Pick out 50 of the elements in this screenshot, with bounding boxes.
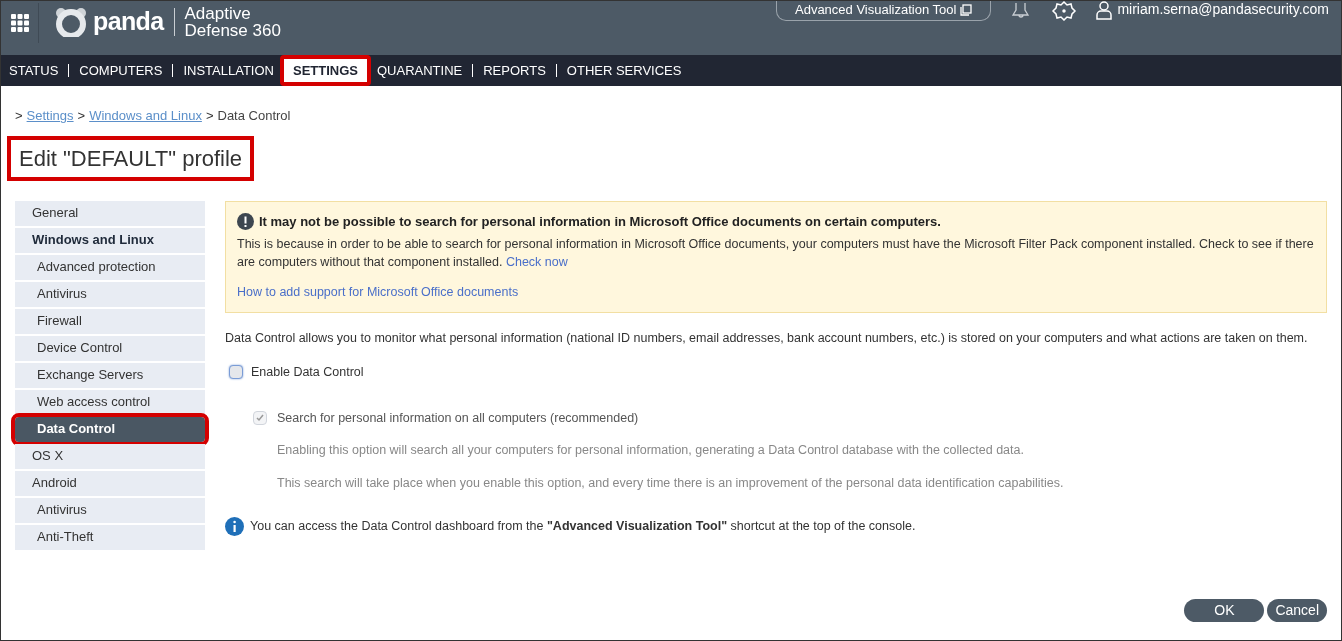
nav-tab[interactable]: SETTINGS	[279, 55, 371, 86]
panda-logo-icon	[55, 6, 87, 37]
exclamation-icon	[237, 212, 254, 230]
visualization-tool-button[interactable]: Advanced Visualization Tool	[776, 1, 992, 21]
checkbox[interactable]	[229, 365, 243, 380]
check-now-link[interactable]: Check now	[505, 255, 568, 269]
logo-text: panda	[93, 6, 164, 37]
sidebar-item[interactable]: Web access control	[15, 389, 205, 415]
nav-tab[interactable]: STATUS	[5, 55, 61, 86]
sidebar-item[interactable]: Anti-Theft	[15, 524, 205, 550]
external-window-icon	[960, 4, 973, 16]
sidebar-item[interactable]: Firewall	[15, 308, 205, 334]
info-icon	[225, 516, 244, 536]
option-note: This search will take place when you enable this option, and every time there is an improvement of the personal data identification capabilities.	[277, 475, 1065, 492]
nav-tab[interactable]: QUARANTINE	[375, 55, 465, 86]
support-link[interactable]: How to add support for Microsoft Office documents	[237, 283, 519, 302]
user-email[interactable]: miriam.serna@pandasecurity.com	[1117, 1, 1329, 18]
warning-text: This is because in order to be able to search for personal information in Microsoft Office documents, your computers must have the Microsoft Filter Pack component installed. Check to see if there are computers without that component installed. Check now	[237, 236, 1315, 271]
sidebar-item[interactable]: Device Control	[15, 335, 205, 361]
ok-button[interactable]: OK	[1184, 599, 1265, 622]
nav-tab[interactable]: REPORTS	[481, 55, 548, 86]
product-name: Adaptive	[184, 4, 252, 22]
nav-tab[interactable]: INSTALLATION	[181, 55, 276, 86]
sidebar-item[interactable]: Windows and Linux	[15, 227, 205, 253]
breadcrumb-separator: >	[15, 107, 23, 125]
breadcrumb-link[interactable]: Settings	[26, 106, 74, 126]
sidebar-item[interactable]: Advanced protection	[15, 254, 205, 280]
sidebar-item[interactable]: Antivirus	[15, 281, 205, 307]
sidebar-item[interactable]: Antivirus	[15, 497, 205, 523]
checkmark-icon	[255, 412, 265, 423]
sidebar-item[interactable]: Android	[15, 470, 205, 496]
nav-tab[interactable]: COMPUTERS	[77, 55, 165, 86]
cancel-button[interactable]: Cancel	[1267, 599, 1327, 622]
page-title: Edit "DEFAULT" profile	[7, 135, 255, 181]
option-label: Search for personal information on all computers (recommended)	[277, 409, 639, 427]
breadcrumb-current: Data Control	[217, 107, 291, 125]
settings-icon[interactable]	[1051, 1, 1078, 21]
product-name: Defense 360	[184, 21, 281, 39]
warning-title: It may not be possible to search for personal information in Microsoft Office documents on certain computers.	[259, 212, 941, 231]
nav-tab[interactable]: OTHER SERVICES	[564, 55, 684, 86]
description: Data Control allows you to monitor what personal information (national ID numbers, email addresses, bank account numbers, etc.) is stored on your computers and what actions are taken on them.	[225, 329, 1309, 346]
breadcrumb-separator: >	[77, 107, 86, 125]
bell-icon[interactable]	[1011, 2, 1032, 20]
breadcrumb-separator: >	[205, 107, 214, 125]
option-label: Enable Data Control	[251, 363, 364, 381]
sidebar-item[interactable]: Exchange Servers	[15, 362, 205, 388]
sidebar-item[interactable]: OS X	[15, 443, 205, 469]
option-note: Enabling this option will search all your computers for personal information, generating a Data Control database with the collected data.	[277, 442, 1025, 460]
info-text: You can access the Data Control dashboard from the "Advanced Visualization Tool" shortcut at the top of the console.	[250, 517, 916, 535]
sidebar-item[interactable]: General	[15, 200, 205, 226]
